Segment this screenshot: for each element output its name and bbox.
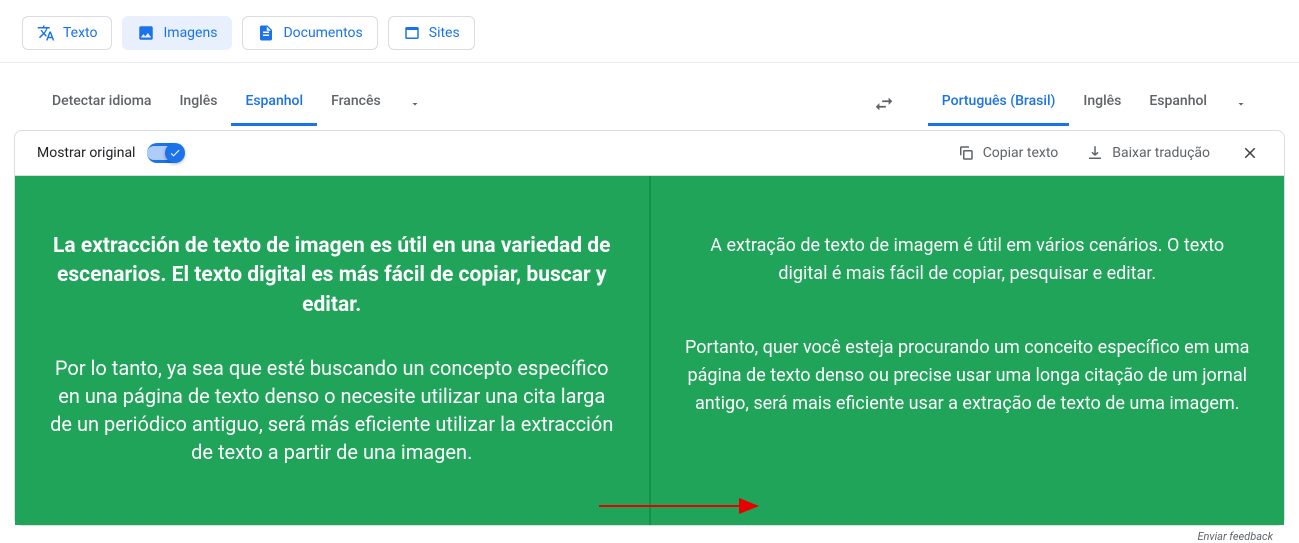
- image-icon: [137, 24, 155, 42]
- translation-paragraph-1: A extração de texto de imagem é útil em …: [685, 232, 1251, 288]
- lang-source-spanish[interactable]: Espanhol: [231, 81, 317, 126]
- lang-target-portuguese[interactable]: Português (Brasil): [928, 81, 1070, 126]
- tab-documents-label: Documentos: [283, 25, 362, 41]
- site-icon: [403, 24, 421, 42]
- source-language-group: Detectar idioma Inglês Espanhol Francês: [38, 81, 435, 126]
- lang-source-french[interactable]: Francês: [317, 81, 395, 126]
- chevron-down-icon: [409, 98, 421, 110]
- show-original-label: Mostrar original: [37, 145, 135, 161]
- source-panel: La extracción de texto de imagen es útil…: [15, 176, 651, 525]
- copy-text-button[interactable]: Copiar texto: [957, 144, 1059, 162]
- tab-text-label: Texto: [63, 25, 97, 41]
- chevron-down-icon: [1235, 98, 1247, 110]
- source-language-more[interactable]: [395, 98, 435, 110]
- result-toolbar: Mostrar original Copiar texto Baixar tra…: [14, 130, 1285, 176]
- download-icon: [1086, 144, 1104, 162]
- tab-sites-label: Sites: [429, 25, 460, 41]
- download-translation-button[interactable]: Baixar tradução: [1086, 144, 1210, 162]
- lang-detect[interactable]: Detectar idioma: [38, 81, 165, 126]
- show-original-toggle[interactable]: [147, 143, 183, 163]
- lang-source-english[interactable]: Inglês: [165, 81, 231, 126]
- download-translation-label: Baixar tradução: [1112, 145, 1210, 161]
- tab-documents[interactable]: Documentos: [242, 16, 377, 50]
- toggle-knob: [165, 143, 185, 163]
- target-language-group: Português (Brasil) Inglês Espanhol: [928, 81, 1261, 126]
- close-icon: [1241, 144, 1259, 162]
- source-paragraph-2: Por lo tanto, ya sea que esté buscando u…: [49, 354, 615, 466]
- tab-images[interactable]: Imagens: [122, 16, 232, 50]
- tab-images-label: Imagens: [163, 25, 217, 41]
- translation-panel: A extração de texto de imagem é útil em …: [651, 176, 1285, 525]
- lang-target-english[interactable]: Inglês: [1069, 81, 1135, 126]
- tab-sites[interactable]: Sites: [388, 16, 475, 50]
- send-feedback-link[interactable]: Enviar feedback: [0, 526, 1299, 543]
- tab-text[interactable]: Texto: [22, 16, 112, 50]
- swap-icon: [873, 93, 895, 115]
- translate-icon: [37, 24, 55, 42]
- document-icon: [257, 24, 275, 42]
- copy-icon: [957, 144, 975, 162]
- copy-text-label: Copiar texto: [983, 145, 1059, 161]
- translation-paragraph-2: Portanto, quer você esteja procurando um…: [685, 334, 1251, 418]
- lang-target-spanish[interactable]: Espanhol: [1135, 81, 1221, 126]
- check-icon: [169, 147, 181, 159]
- close-button[interactable]: [1238, 141, 1262, 165]
- source-paragraph-1: La extracción de texto de imagen es útil…: [49, 232, 615, 320]
- target-language-more[interactable]: [1221, 98, 1261, 110]
- swap-languages-button[interactable]: [864, 84, 904, 124]
